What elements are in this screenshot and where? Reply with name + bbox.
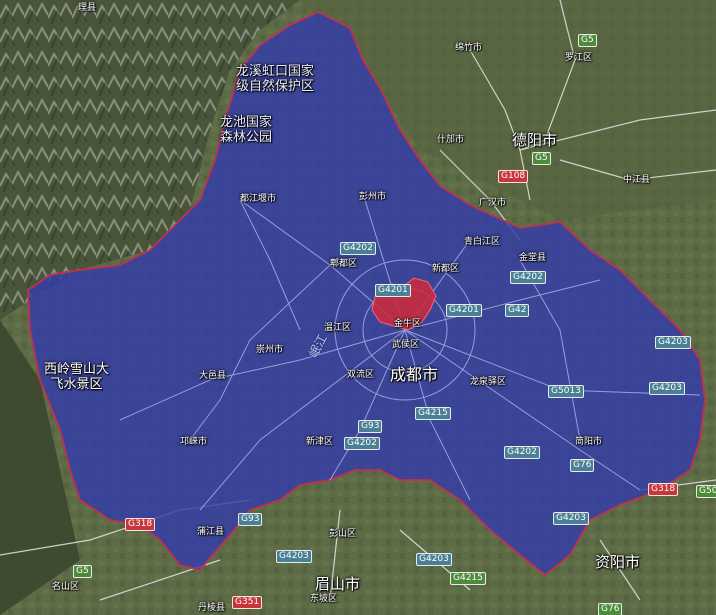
city-label-pengzhou[interactable]: 彭州市 <box>359 193 386 202</box>
satellite-basemap <box>0 0 716 615</box>
highway-shield-g4203[interactable]: G4203 <box>655 336 691 349</box>
city-label-dongpo[interactable]: 东坡区 <box>310 595 337 604</box>
city-label-ziyang[interactable]: 资阳市 <box>595 555 640 570</box>
city-label-guanghan[interactable]: 广汉市 <box>479 199 506 208</box>
highway-shield-g5[interactable]: G5 <box>578 34 597 47</box>
highway-shield-g42[interactable]: G42 <box>505 304 530 317</box>
city-label-chongzhou[interactable]: 崇州市 <box>256 346 283 355</box>
highway-shield-g4201[interactable]: G4201 <box>446 304 482 317</box>
highway-shield-g5[interactable]: G5 <box>73 565 92 578</box>
city-label-pengshan[interactable]: 彭山区 <box>329 530 356 539</box>
highway-shield-g318[interactable]: G318 <box>648 483 679 496</box>
city-label-shuangliu[interactable]: 双流区 <box>347 371 374 380</box>
highway-shield-g4203[interactable]: G4203 <box>276 550 312 563</box>
city-label-qingbaijiang[interactable]: 青白江区 <box>464 238 500 247</box>
city-label-xinjin[interactable]: 新津区 <box>306 438 333 447</box>
highway-shield-g5[interactable]: G5 <box>532 152 551 165</box>
city-label-zhongjiang[interactable]: 中江县 <box>623 176 650 185</box>
highway-shield-g4215[interactable]: G4215 <box>415 407 451 420</box>
park-label-longxi: 龙溪虹口国家 级自然保护区 <box>236 64 314 94</box>
region-label[interactable]: 成都市 <box>390 367 438 383</box>
park-line: 龙溪虹口国家 <box>236 64 315 79</box>
map-canvas[interactable]: 岷江 龙溪虹口国家 级自然保护区 龙池国家 森林公园 西岭雪山大 飞水景区 成都… <box>0 0 716 615</box>
highway-shield-g50[interactable]: G50 <box>696 485 716 498</box>
city-label-dayi[interactable]: 大邑县 <box>199 372 226 381</box>
city-label-dujiangyan[interactable]: 都江堰市 <box>240 195 276 204</box>
city-label-xindu[interactable]: 新都区 <box>432 265 459 274</box>
park-label-longchi: 龙池国家 森林公园 <box>220 115 272 145</box>
highway-shield-g76[interactable]: G76 <box>598 603 623 615</box>
city-label-longquanyi[interactable]: 龙泉驿区 <box>470 378 506 387</box>
city-label-mingshan[interactable]: 名山区 <box>52 583 79 592</box>
highway-shield-g4215[interactable]: G4215 <box>450 572 486 585</box>
highway-shield-g76[interactable]: G76 <box>570 459 595 472</box>
park-line: 飞水景区 <box>50 377 103 392</box>
city-label-pidu[interactable]: 郫都区 <box>330 260 357 269</box>
city-label-lixian[interactable]: 理县 <box>78 4 96 13</box>
city-label-meishan[interactable]: 眉山市 <box>315 577 360 592</box>
park-line: 西岭雪山大 <box>44 362 110 377</box>
city-label-jintang[interactable]: 金堂县 <box>519 254 546 263</box>
highway-shield-g318[interactable]: G318 <box>125 518 156 531</box>
city-label-jianyang[interactable]: 简阳市 <box>575 438 602 447</box>
highway-shield-g4202[interactable]: G4202 <box>344 437 380 450</box>
city-label-danleng[interactable]: 丹棱县 <box>198 604 225 613</box>
highway-shield-g108[interactable]: G108 <box>498 170 529 183</box>
city-label-pujiang[interactable]: 蒲江县 <box>197 528 224 537</box>
city-label-luojiang[interactable]: 罗江区 <box>565 54 592 63</box>
highway-shield-g4201[interactable]: G4201 <box>375 284 411 297</box>
highway-shield-g351[interactable]: G351 <box>232 596 263 609</box>
park-line: 森林公园 <box>220 130 273 145</box>
core-district-label[interactable]: 金牛区 <box>394 320 421 329</box>
city-label-wenjiang[interactable]: 温江区 <box>324 324 351 333</box>
highway-shield-g4202[interactable]: G4202 <box>510 271 546 284</box>
city-label-wuhou[interactable]: 武侯区 <box>392 341 419 350</box>
highway-shield-g93[interactable]: G93 <box>358 420 383 433</box>
park-line: 级自然保护区 <box>236 79 315 94</box>
highway-shield-g93[interactable]: G93 <box>238 513 263 526</box>
city-label-mianzhu[interactable]: 绵竹市 <box>455 44 482 53</box>
highway-shield-g5013[interactable]: G5013 <box>548 385 584 398</box>
city-label-deyang[interactable]: 德阳市 <box>512 133 557 148</box>
highway-shield-g4203[interactable]: G4203 <box>416 553 452 566</box>
city-label-shifang[interactable]: 什邡市 <box>437 136 464 145</box>
highway-shield-g4203[interactable]: G4203 <box>553 512 589 525</box>
park-label-xiling: 西岭雪山大 飞水景区 <box>44 362 109 392</box>
park-line: 龙池国家 <box>220 115 273 130</box>
city-label-qionglai[interactable]: 邛崃市 <box>180 438 207 447</box>
highway-shield-g4203[interactable]: G4203 <box>649 382 685 395</box>
highway-shield-g4202[interactable]: G4202 <box>504 446 540 459</box>
highway-shield-g4202[interactable]: G4202 <box>340 242 376 255</box>
